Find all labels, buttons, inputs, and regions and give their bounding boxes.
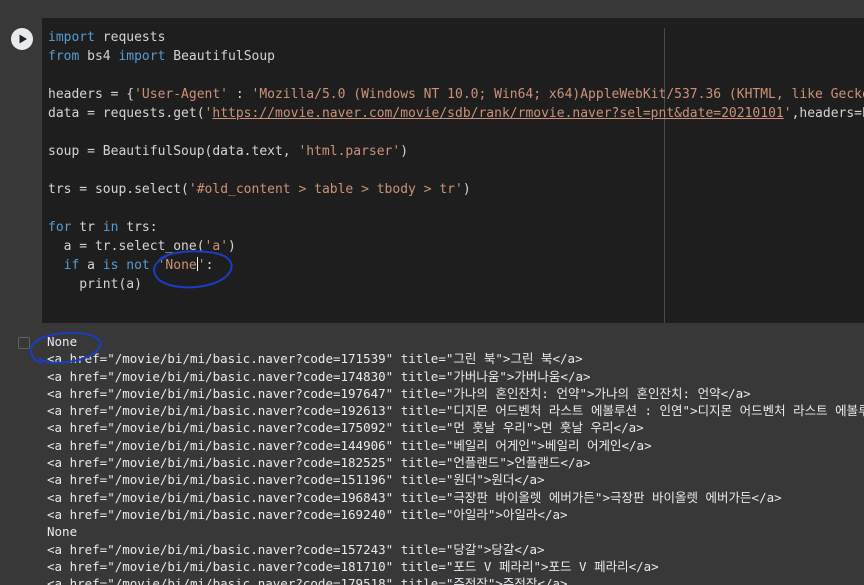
code-token: requests	[94, 30, 166, 45]
code-token: 'User-Agent'	[134, 87, 229, 102]
code-token: trs = soup.select(	[48, 182, 189, 197]
code-token: print(a)	[48, 277, 142, 292]
output-line: <a href="/movie/bi/mi/basic.naver?code=1…	[47, 351, 583, 367]
code-token: 'a'	[204, 239, 229, 254]
play-icon	[19, 34, 27, 44]
code-token: import	[48, 30, 95, 45]
code-token: for	[48, 220, 72, 235]
code-token: 'Mozilla/5.0 (Windows NT 10.0; Win64; x6…	[251, 87, 864, 102]
code-token: '	[197, 258, 206, 273]
output-line: <a href="/movie/bi/mi/basic.naver?code=1…	[47, 403, 864, 419]
code-token: in	[102, 220, 119, 235]
code-token: bs4	[79, 49, 119, 64]
output-line: <a href="/movie/bi/mi/basic.naver?code=1…	[47, 576, 568, 585]
output-line: <a href="/movie/bi/mi/basic.naver?code=1…	[47, 455, 591, 471]
code-line: trs = soup.select('#old_content > table …	[48, 180, 864, 199]
code-token: )	[400, 144, 409, 159]
code-token: trs:	[118, 220, 158, 235]
code-line: data = requests.get( 'https://movie.naver…	[48, 104, 864, 123]
output-line: <a href="/movie/bi/mi/basic.naver?code=1…	[47, 368, 591, 384]
code-line: from bs4 import BeautifulSoup	[48, 47, 864, 66]
code-token: BeautifulSoup	[165, 49, 275, 64]
code-token: 'html.parser'	[298, 144, 401, 159]
code-token: :	[205, 258, 214, 273]
cell-output: None <a href="/movie/bi/mi/basic.naver?co…	[0, 323, 864, 585]
code-editor[interactable]: import requests from bs4 import Beautiful…	[42, 18, 864, 323]
code-cell: import requests from bs4 import Beautiful…	[0, 18, 864, 585]
code-token: soup = BeautifulSoup(data.text,	[48, 144, 299, 159]
code-token: from	[48, 49, 80, 64]
output-line: None	[47, 524, 78, 540]
code-token: headers = {	[48, 87, 135, 102]
output-line: <a href="/movie/bi/mi/basic.naver?code=1…	[47, 472, 545, 488]
code-token: )	[462, 182, 471, 197]
output-line: <a href="/movie/bi/mi/basic.naver?code=1…	[47, 385, 751, 401]
code-line: print(a)	[48, 275, 864, 294]
code-token: '	[783, 106, 792, 121]
cell-gutter	[0, 18, 42, 323]
output-line: <a href="/movie/bi/mi/basic.naver?code=1…	[47, 489, 782, 505]
code-token: data = requests.get(	[48, 106, 205, 121]
run-cell-button[interactable]	[11, 28, 33, 50]
code-line: headers = {'User-Agent' : 'Mozilla/5.0 (…	[48, 85, 864, 104]
code-token: import	[118, 49, 166, 64]
output-line: <a href="/movie/bi/mi/basic.naver?code=1…	[47, 558, 659, 574]
code-token: if	[63, 258, 80, 273]
code-token: '#old_content > table > tbody > tr'	[188, 182, 463, 197]
code-token: a	[79, 258, 103, 273]
code-token: tr	[71, 220, 103, 235]
output-line: <a href="/movie/bi/mi/basic.naver?code=1…	[47, 437, 652, 453]
notebook-top-strip	[0, 0, 864, 18]
code-line: soup = BeautifulSoup(data.text, 'html.pa…	[48, 142, 864, 161]
code-token: :	[228, 87, 252, 102]
code-line: for tr in trs:	[48, 218, 864, 237]
code-token: not	[126, 258, 150, 273]
output-line: <a href="/movie/bi/mi/basic.naver?code=1…	[47, 420, 644, 436]
code-line: if a is not 'None':	[48, 256, 864, 275]
code-token: https://movie.naver.com/movie/sdb/rank/r…	[212, 106, 784, 121]
code-token: ,headers=headers)	[791, 106, 864, 121]
code-token: a = tr.select_one(	[48, 239, 205, 254]
code-token: )	[228, 239, 236, 254]
code-line: a = tr.select_one('a')	[48, 237, 864, 256]
output-line: <a href="/movie/bi/mi/basic.naver?code=1…	[47, 506, 568, 522]
code-lines: import requests from bs4 import Beautiful…	[48, 28, 864, 294]
code-line: import requests	[48, 28, 864, 47]
output-line: None	[47, 334, 78, 349]
output-lines: None <a href="/movie/bi/mi/basic.naver?co…	[47, 333, 864, 585]
code-token: is	[102, 258, 119, 273]
output-line: <a href="/movie/bi/mi/basic.naver?code=1…	[47, 541, 545, 557]
output-toggle-icon[interactable]	[18, 337, 30, 349]
code-token: 'None	[157, 258, 197, 273]
